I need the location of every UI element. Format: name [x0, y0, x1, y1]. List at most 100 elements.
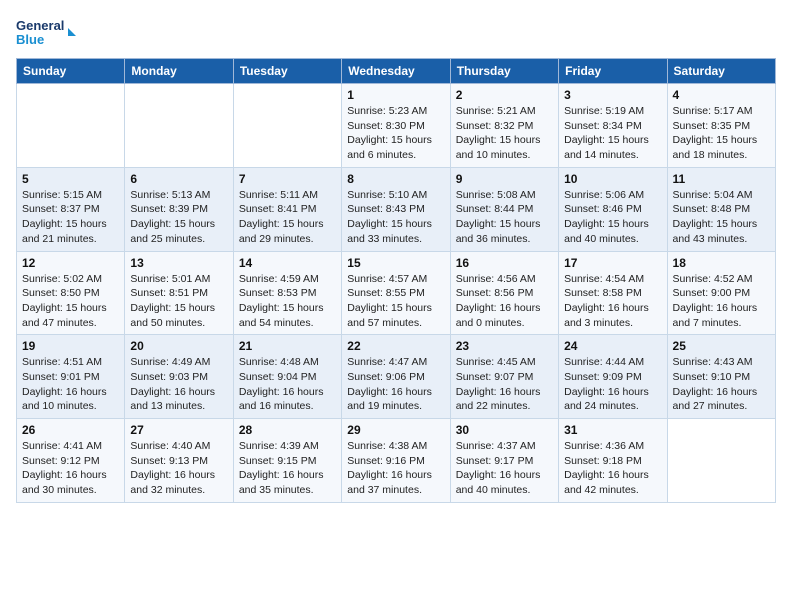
day-info: Sunrise: 4:51 AMSunset: 9:01 PMDaylight:…	[22, 355, 119, 414]
day-number: 17	[564, 256, 661, 270]
day-number: 2	[456, 88, 553, 102]
day-number: 4	[673, 88, 770, 102]
calendar-cell: 18Sunrise: 4:52 AMSunset: 9:00 PMDayligh…	[667, 251, 775, 335]
day-number: 25	[673, 339, 770, 353]
svg-text:Blue: Blue	[16, 32, 44, 47]
day-info: Sunrise: 5:17 AMSunset: 8:35 PMDaylight:…	[673, 104, 770, 163]
day-info: Sunrise: 4:37 AMSunset: 9:17 PMDaylight:…	[456, 439, 553, 498]
calendar-table: SundayMondayTuesdayWednesdayThursdayFrid…	[16, 58, 776, 503]
day-info: Sunrise: 5:13 AMSunset: 8:39 PMDaylight:…	[130, 188, 227, 247]
weekday-header-wednesday: Wednesday	[342, 59, 450, 84]
calendar-cell: 2 Sunrise: 5:21 AMSunset: 8:32 PMDaylight…	[450, 84, 558, 168]
day-info: Sunrise: 4:40 AMSunset: 9:13 PMDaylight:…	[130, 439, 227, 498]
day-number: 16	[456, 256, 553, 270]
day-number: 1	[347, 88, 444, 102]
day-info: Sunrise: 5:21 AMSunset: 8:32 PMDaylight:…	[456, 104, 553, 163]
weekday-header-tuesday: Tuesday	[233, 59, 341, 84]
day-info: Sunrise: 5:08 AMSunset: 8:44 PMDaylight:…	[456, 188, 553, 247]
day-number: 7	[239, 172, 336, 186]
day-number: 19	[22, 339, 119, 353]
day-number: 28	[239, 423, 336, 437]
calendar-cell: 14Sunrise: 4:59 AMSunset: 8:53 PMDayligh…	[233, 251, 341, 335]
day-info: Sunrise: 4:59 AMSunset: 8:53 PMDaylight:…	[239, 272, 336, 331]
calendar-cell: 8 Sunrise: 5:10 AMSunset: 8:43 PMDaylight…	[342, 167, 450, 251]
day-info: Sunrise: 4:56 AMSunset: 8:56 PMDaylight:…	[456, 272, 553, 331]
weekday-header-sunday: Sunday	[17, 59, 125, 84]
calendar-cell: 26 Sunrise: 4:41 AMSunset: 9:12 PMDayligh…	[17, 419, 125, 503]
day-number: 8	[347, 172, 444, 186]
calendar-cell: 3 Sunrise: 5:19 AMSunset: 8:34 PMDaylight…	[559, 84, 667, 168]
calendar-cell	[125, 84, 233, 168]
calendar-cell	[17, 84, 125, 168]
day-number: 11	[673, 172, 770, 186]
calendar-cell: 9 Sunrise: 5:08 AMSunset: 8:44 PMDaylight…	[450, 167, 558, 251]
svg-text:General: General	[16, 18, 64, 33]
day-info: Sunrise: 4:54 AMSunset: 8:58 PMDaylight:…	[564, 272, 661, 331]
calendar-cell: 22 Sunrise: 4:47 AMSunset: 9:06 PMDayligh…	[342, 335, 450, 419]
day-info: Sunrise: 4:57 AMSunset: 8:55 PMDaylight:…	[347, 272, 444, 331]
day-number: 29	[347, 423, 444, 437]
day-number: 9	[456, 172, 553, 186]
day-info: Sunrise: 5:15 AMSunset: 8:37 PMDaylight:…	[22, 188, 119, 247]
calendar-cell: 28Sunrise: 4:39 AMSunset: 9:15 PMDayligh…	[233, 419, 341, 503]
day-info: Sunrise: 4:52 AMSunset: 9:00 PMDaylight:…	[673, 272, 770, 331]
day-number: 22	[347, 339, 444, 353]
day-info: Sunrise: 4:43 AMSunset: 9:10 PMDaylight:…	[673, 355, 770, 414]
calendar-cell: 27 Sunrise: 4:40 AMSunset: 9:13 PMDayligh…	[125, 419, 233, 503]
day-number: 3	[564, 88, 661, 102]
calendar-cell: 4 Sunrise: 5:17 AMSunset: 8:35 PMDaylight…	[667, 84, 775, 168]
calendar-cell: 20Sunrise: 4:49 AMSunset: 9:03 PMDayligh…	[125, 335, 233, 419]
calendar-cell: 31Sunrise: 4:36 AMSunset: 9:18 PMDayligh…	[559, 419, 667, 503]
day-info: Sunrise: 5:06 AMSunset: 8:46 PMDaylight:…	[564, 188, 661, 247]
calendar-cell: 21Sunrise: 4:48 AMSunset: 9:04 PMDayligh…	[233, 335, 341, 419]
day-number: 20	[130, 339, 227, 353]
day-number: 23	[456, 339, 553, 353]
day-number: 27	[130, 423, 227, 437]
day-number: 6	[130, 172, 227, 186]
day-number: 24	[564, 339, 661, 353]
calendar-cell: 5 Sunrise: 5:15 AMSunset: 8:37 PMDaylight…	[17, 167, 125, 251]
weekday-header-thursday: Thursday	[450, 59, 558, 84]
calendar-cell	[667, 419, 775, 503]
calendar-cell: 16 Sunrise: 4:56 AMSunset: 8:56 PMDayligh…	[450, 251, 558, 335]
calendar-week-row: 5 Sunrise: 5:15 AMSunset: 8:37 PMDaylight…	[17, 167, 776, 251]
calendar-cell: 13Sunrise: 5:01 AMSunset: 8:51 PMDayligh…	[125, 251, 233, 335]
calendar-week-row: 12 Sunrise: 5:02 AMSunset: 8:50 PMDayligh…	[17, 251, 776, 335]
day-info: Sunrise: 4:41 AMSunset: 9:12 PMDaylight:…	[22, 439, 119, 498]
calendar-cell: 17 Sunrise: 4:54 AMSunset: 8:58 PMDayligh…	[559, 251, 667, 335]
day-info: Sunrise: 5:02 AMSunset: 8:50 PMDaylight:…	[22, 272, 119, 331]
day-number: 31	[564, 423, 661, 437]
day-info: Sunrise: 5:04 AMSunset: 8:48 PMDaylight:…	[673, 188, 770, 247]
calendar-cell: 29Sunrise: 4:38 AMSunset: 9:16 PMDayligh…	[342, 419, 450, 503]
day-info: Sunrise: 5:01 AMSunset: 8:51 PMDaylight:…	[130, 272, 227, 331]
day-number: 30	[456, 423, 553, 437]
calendar-week-row: 19 Sunrise: 4:51 AMSunset: 9:01 PMDayligh…	[17, 335, 776, 419]
weekday-header-monday: Monday	[125, 59, 233, 84]
day-info: Sunrise: 4:47 AMSunset: 9:06 PMDaylight:…	[347, 355, 444, 414]
day-number: 10	[564, 172, 661, 186]
page-header: GeneralBlue	[16, 16, 776, 50]
day-number: 12	[22, 256, 119, 270]
weekday-header-saturday: Saturday	[667, 59, 775, 84]
calendar-cell: 23 Sunrise: 4:45 AMSunset: 9:07 PMDayligh…	[450, 335, 558, 419]
calendar-week-row: 1 Sunrise: 5:23 AMSunset: 8:30 PMDaylight…	[17, 84, 776, 168]
calendar-cell: 6 Sunrise: 5:13 AMSunset: 8:39 PMDaylight…	[125, 167, 233, 251]
calendar-cell: 19 Sunrise: 4:51 AMSunset: 9:01 PMDayligh…	[17, 335, 125, 419]
calendar-cell: 24Sunrise: 4:44 AMSunset: 9:09 PMDayligh…	[559, 335, 667, 419]
calendar-cell: 11 Sunrise: 5:04 AMSunset: 8:48 PMDayligh…	[667, 167, 775, 251]
calendar-cell: 12 Sunrise: 5:02 AMSunset: 8:50 PMDayligh…	[17, 251, 125, 335]
calendar-cell: 15 Sunrise: 4:57 AMSunset: 8:55 PMDayligh…	[342, 251, 450, 335]
day-number: 15	[347, 256, 444, 270]
day-info: Sunrise: 5:11 AMSunset: 8:41 PMDaylight:…	[239, 188, 336, 247]
day-number: 5	[22, 172, 119, 186]
weekday-header-row: SundayMondayTuesdayWednesdayThursdayFrid…	[17, 59, 776, 84]
day-info: Sunrise: 5:23 AMSunset: 8:30 PMDaylight:…	[347, 104, 444, 163]
calendar-week-row: 26 Sunrise: 4:41 AMSunset: 9:12 PMDayligh…	[17, 419, 776, 503]
weekday-header-friday: Friday	[559, 59, 667, 84]
calendar-cell	[233, 84, 341, 168]
day-info: Sunrise: 4:45 AMSunset: 9:07 PMDaylight:…	[456, 355, 553, 414]
calendar-cell: 7 Sunrise: 5:11 AMSunset: 8:41 PMDaylight…	[233, 167, 341, 251]
day-info: Sunrise: 5:10 AMSunset: 8:43 PMDaylight:…	[347, 188, 444, 247]
day-number: 26	[22, 423, 119, 437]
day-info: Sunrise: 5:19 AMSunset: 8:34 PMDaylight:…	[564, 104, 661, 163]
